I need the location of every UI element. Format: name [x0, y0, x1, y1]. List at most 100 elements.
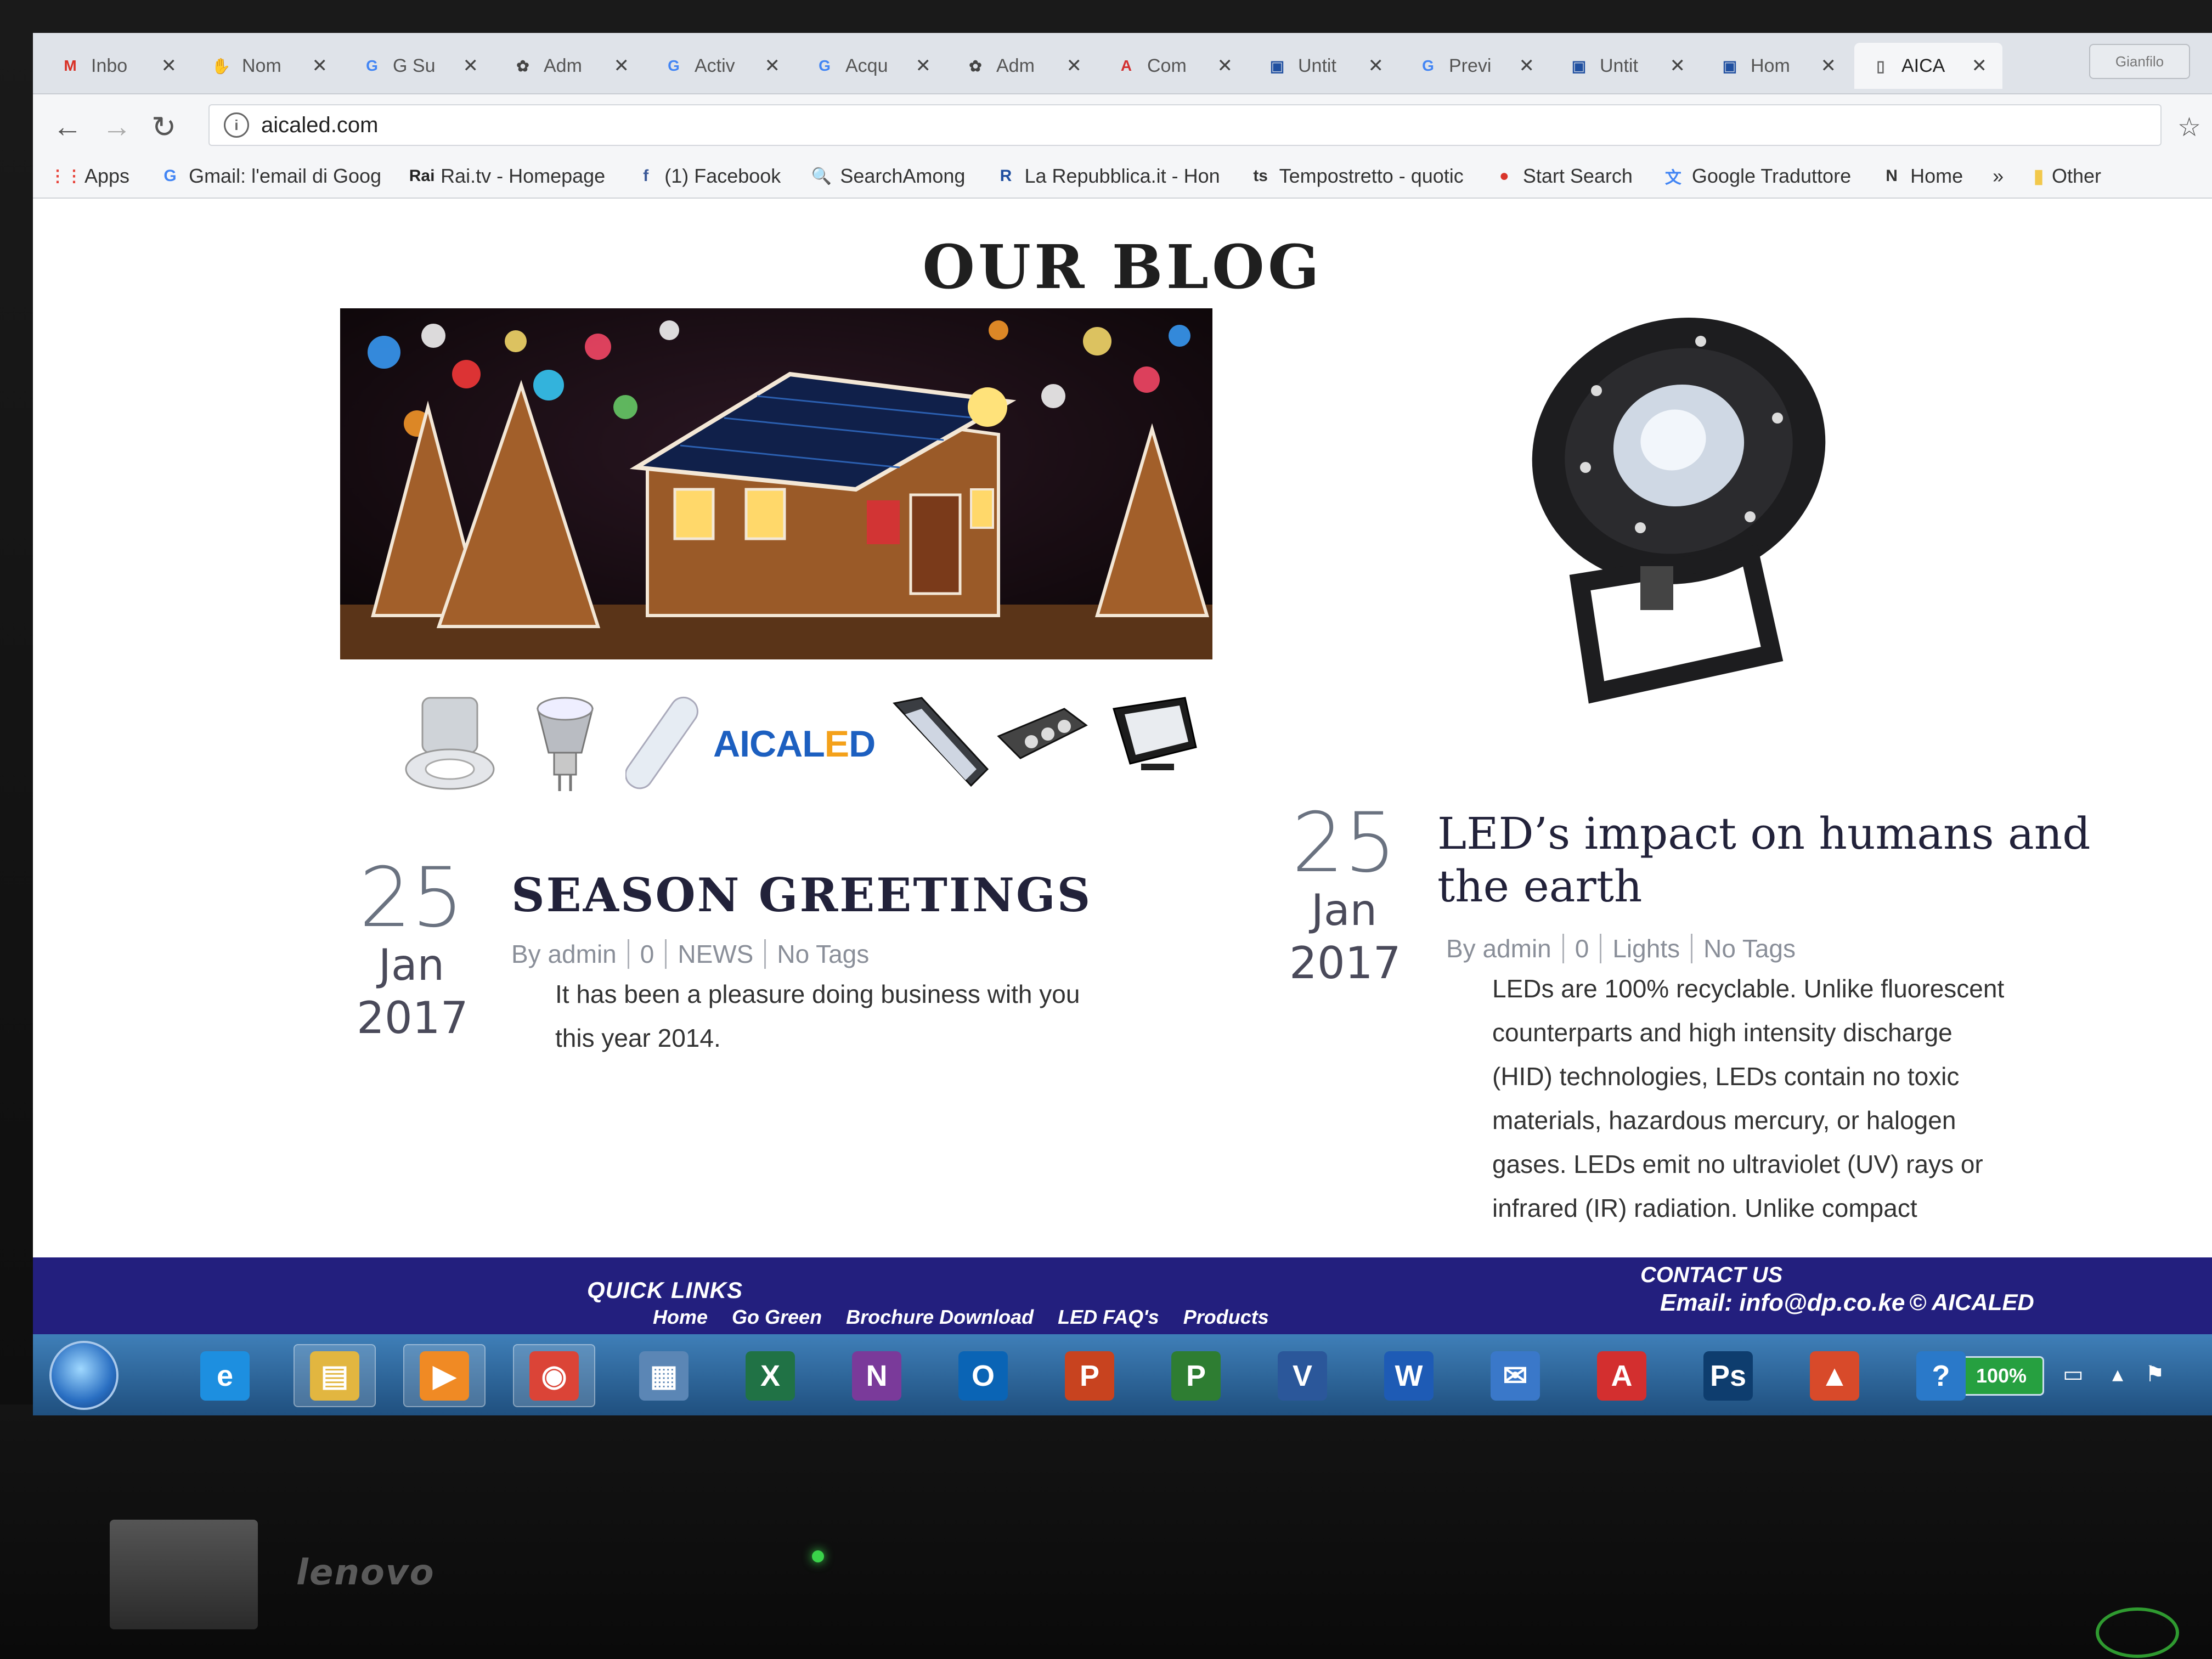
window-icon: ▣	[1269, 57, 1285, 75]
close-tab-icon[interactable]: ✕	[916, 55, 932, 77]
browser-tab[interactable]: A Com ✕	[1100, 43, 1248, 89]
close-tab-icon[interactable]: ✕	[1368, 55, 1384, 77]
tab-title: Acqu	[845, 55, 888, 76]
taskbar-item[interactable]: ◉	[513, 1344, 595, 1407]
post-author-link[interactable]: By admin	[1446, 934, 1562, 963]
reload-icon[interactable]: ↻	[151, 110, 176, 144]
tab-title: Previ	[1449, 55, 1492, 76]
google-icon: G	[668, 57, 680, 74]
post-category-link[interactable]: NEWS	[665, 939, 764, 969]
bookmark-item[interactable]: ts Tempostretto - quotic	[1250, 165, 1464, 188]
taskbar-item[interactable]: O	[942, 1344, 1024, 1407]
close-tab-icon[interactable]: ✕	[1519, 55, 1535, 77]
post-year: 2017	[1289, 938, 1401, 989]
post-meta: By admin 0 NEWS No Tags	[511, 939, 880, 969]
browser-tab[interactable]: G Acqu ✕	[798, 43, 946, 89]
taskbar-item[interactable]: A	[1581, 1344, 1663, 1407]
taskbar-item[interactable]: ?	[1900, 1344, 1982, 1407]
browser-tab[interactable]: ✋ Nom ✕	[195, 43, 343, 89]
close-tab-icon[interactable]: ✕	[614, 55, 630, 77]
bookmark-label: Gmail: l'email di Goog	[189, 165, 382, 187]
post-title-link[interactable]: LED’s impact on humans and the earth	[1437, 808, 2090, 913]
taskbar-item[interactable]: ✉	[1474, 1344, 1556, 1407]
browser-tab[interactable]: ▣ Untit ✕	[1553, 43, 1701, 89]
taskbar-item[interactable]: ▶	[403, 1344, 486, 1407]
browser-tab[interactable]: ▯ AICA ✕	[1854, 43, 2002, 89]
close-tab-icon[interactable]: ✕	[1066, 55, 1082, 77]
back-arrow-icon[interactable]: ←	[53, 110, 82, 144]
taskbar-item[interactable]: V	[1261, 1344, 1344, 1407]
forward-arrow-icon[interactable]: →	[102, 110, 132, 144]
bookmark-item[interactable]: R La Repubblica.it - Hon	[995, 165, 1220, 188]
close-tab-icon[interactable]: ✕	[1670, 55, 1686, 77]
taskbar-item[interactable]: N	[836, 1344, 918, 1407]
bookmark-item[interactable]: Rai Rai.tv - Homepage	[409, 165, 605, 188]
footer-link-go-green[interactable]: Go Green	[732, 1306, 822, 1329]
taskbar-item[interactable]: Ps	[1687, 1344, 1769, 1407]
browser-tab[interactable]: ▣ Untit ✕	[1251, 43, 1399, 89]
close-tab-icon[interactable]: ✕	[1972, 55, 1988, 77]
footer-link-products[interactable]: Products	[1183, 1306, 1269, 1329]
joomla-icon: ✿	[969, 57, 982, 75]
browser-tab[interactable]: ✿ Adm ✕	[949, 43, 1097, 89]
bookmark-item[interactable]: ● Start Search	[1493, 165, 1633, 188]
powerpoint-icon: P	[1065, 1351, 1114, 1401]
browser-tab[interactable]: M Inbo ✕	[44, 43, 192, 89]
taskbar-item[interactable]: e	[184, 1344, 266, 1407]
close-tab-icon[interactable]: ✕	[161, 55, 177, 77]
taskbar-item[interactable]: ▦	[623, 1344, 705, 1407]
address-bar[interactable]: i aicaled.com	[208, 104, 2162, 146]
browser-tab[interactable]: G Previ ✕	[1402, 43, 1550, 89]
apps-grid-icon: ⋮⋮	[49, 167, 82, 185]
bookmark-item[interactable]: 文 Google Traduttore	[1662, 165, 1851, 188]
close-tab-icon[interactable]: ✕	[1217, 55, 1233, 77]
start-button[interactable]	[49, 1341, 119, 1410]
info-icon[interactable]: i	[224, 112, 249, 138]
bookmark-star-icon[interactable]: ☆	[2177, 112, 2201, 143]
bookmarks-overflow-button[interactable]: »	[1993, 165, 2004, 188]
excel-icon: X	[746, 1351, 795, 1401]
close-tab-icon[interactable]: ✕	[1821, 55, 1837, 77]
post-comments-count[interactable]: 0	[1562, 934, 1600, 963]
taskbar-item[interactable]: X	[729, 1344, 811, 1407]
tray-expand-icon[interactable]: ▴	[2112, 1362, 2123, 1387]
tab-title: Adm	[996, 55, 1035, 76]
taskbar-item[interactable]: ▤	[294, 1344, 376, 1407]
close-tab-icon[interactable]: ✕	[765, 55, 781, 77]
taskbar-item[interactable]: W	[1368, 1344, 1450, 1407]
post-comments-count[interactable]: 0	[627, 939, 665, 969]
taskbar-item[interactable]: P	[1155, 1344, 1237, 1407]
close-tab-icon[interactable]: ✕	[312, 55, 328, 77]
other-bookmarks-folder[interactable]: ▮ Other	[2033, 165, 2101, 188]
post-author-link[interactable]: By admin	[511, 939, 628, 969]
excerpt-line: materials, hazardous mercury, or halogen	[1492, 1106, 1956, 1135]
bookmark-item[interactable]: N Home	[1881, 165, 1963, 188]
taskbar-item[interactable]: P	[1048, 1344, 1131, 1407]
taskbar-item[interactable]: ▲	[1793, 1344, 1876, 1407]
browser-tab[interactable]: ▣ Hom ✕	[1703, 43, 1852, 89]
media-player-icon: ▶	[420, 1351, 469, 1401]
spot-bulb-product-image	[537, 697, 594, 791]
folder-label: Other	[2051, 165, 2102, 187]
led-spotlight-image[interactable]	[1514, 308, 1854, 725]
tray-app-icon[interactable]: ▭	[2063, 1362, 2084, 1387]
post-category-link[interactable]: Lights	[1600, 934, 1691, 963]
browser-tab[interactable]: G G Su ✕	[346, 43, 494, 89]
profile-button[interactable]: Gianfilo	[2089, 44, 2190, 79]
word-icon: W	[1384, 1351, 1434, 1401]
browser-tab[interactable]: G Activ ✕	[647, 43, 795, 89]
close-tab-icon[interactable]: ✕	[463, 55, 479, 77]
bookmark-item[interactable]: f (1) Facebook	[635, 165, 781, 188]
browser-tab[interactable]: ✿ Adm ✕	[496, 43, 645, 89]
contact-email-link[interactable]: Email: info@dp.co.ke	[1660, 1289, 1905, 1317]
post-title-link[interactable]: SEASON GREETINGS	[511, 868, 1092, 922]
bookmark-item[interactable]: 🔍 SearchAmong	[810, 165, 966, 188]
bookmark-item[interactable]: G Gmail: l'email di Goog	[159, 165, 381, 188]
footer-link-brochure[interactable]: Brochure Download	[846, 1306, 1034, 1329]
action-center-flag-icon[interactable]: ⚑	[2145, 1362, 2165, 1387]
footer-link-faqs[interactable]: LED FAQ's	[1058, 1306, 1159, 1329]
logo-main-text: AICAL	[713, 723, 825, 765]
season-greetings-image[interactable]	[340, 308, 1212, 659]
bookmark-item[interactable]: ⋮⋮ Apps	[49, 165, 129, 188]
footer-link-home[interactable]: Home	[653, 1306, 708, 1329]
